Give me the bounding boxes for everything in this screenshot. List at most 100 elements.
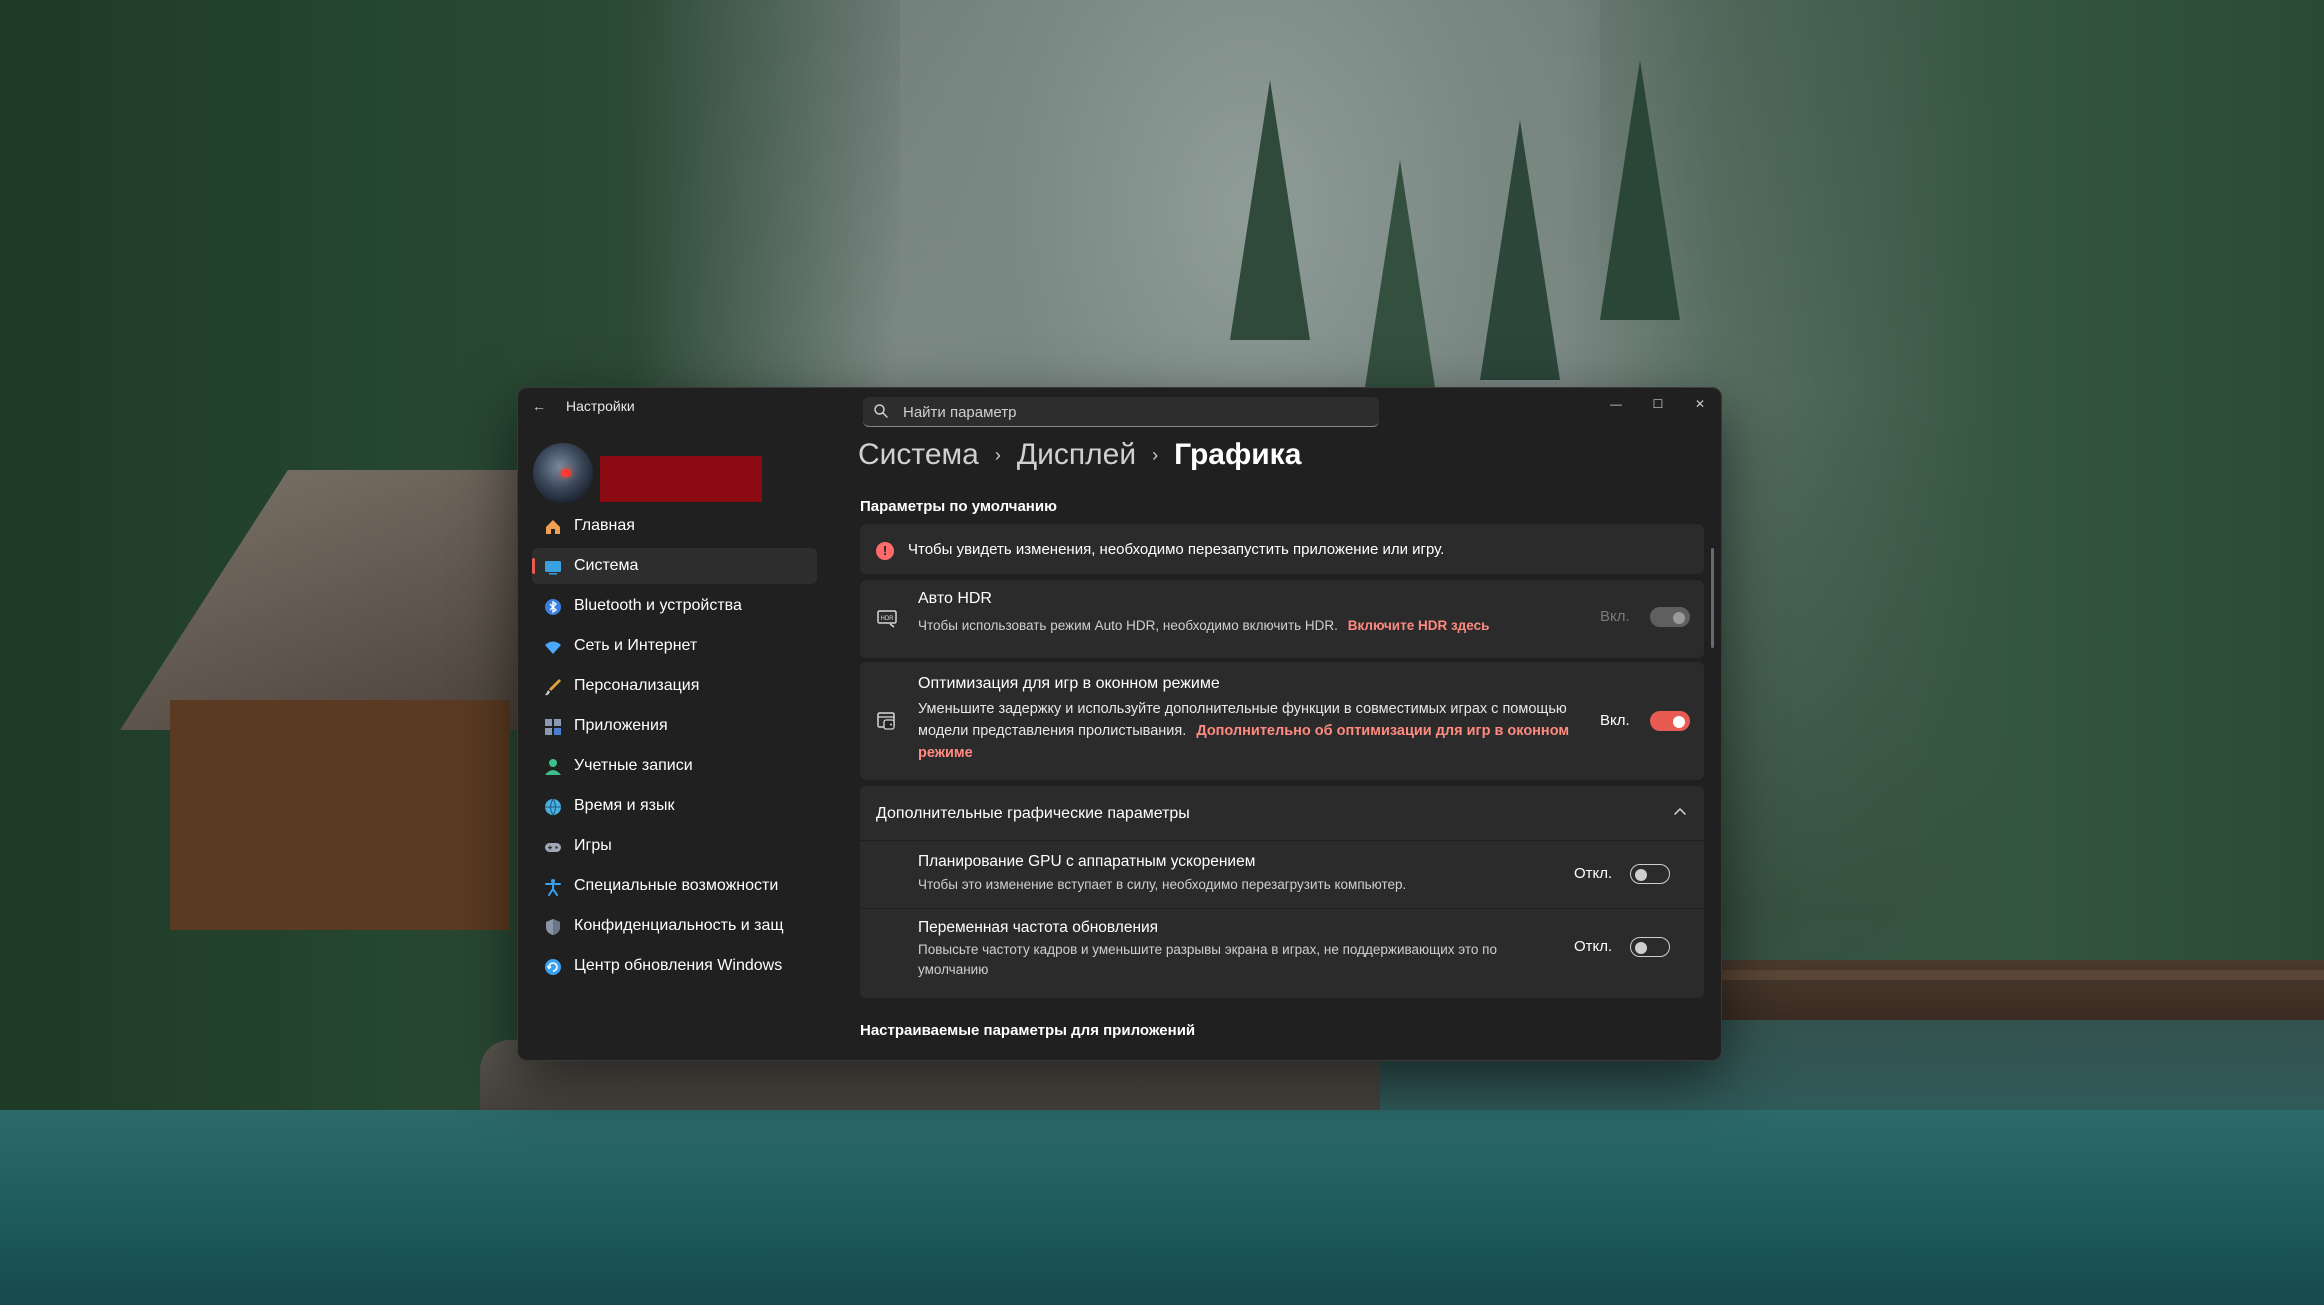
wallpaper-tree (1230, 80, 1310, 340)
minimize-button[interactable]: — (1595, 388, 1637, 420)
sidebar-item-label: Персонализация (574, 677, 700, 694)
breadcrumb-separator: › (1152, 444, 1159, 465)
toggle-knob (1635, 942, 1647, 954)
sidebar-item-label: Главная (574, 517, 635, 534)
title-bar[interactable]: ← Настройки — ☐ ✕ (518, 388, 1721, 427)
variable-refresh-rate-toggle[interactable] (1630, 937, 1670, 957)
wallpaper-tree (1600, 60, 1680, 320)
brush-icon (545, 679, 561, 696)
home-icon (546, 520, 560, 534)
setting-title: Переменная частота обновления (918, 919, 1159, 936)
sidebar-item-network[interactable]: Сеть и Интернет (532, 628, 817, 664)
gpu-scheduling-toggle[interactable] (1630, 864, 1670, 884)
toggle-state-label: Вкл. (1600, 712, 1630, 729)
sidebar: Главная Система Bluetooth и устройства С… (518, 428, 818, 1060)
sidebar-item-label: Конфиденциальность и защ (574, 917, 784, 934)
gamepad-icon (545, 843, 561, 852)
chevron-up-icon (1674, 807, 1686, 815)
wallpaper-lake (0, 1110, 2324, 1305)
sidebar-item-label: Сеть и Интернет (574, 637, 698, 654)
sidebar-item-accessibility[interactable]: Специальные возможности (532, 868, 817, 904)
toggle-state-label: Вкл. (1600, 608, 1630, 625)
settings-window: ← Настройки — ☐ ✕ Главная (517, 387, 1722, 1061)
update-icon (545, 959, 561, 975)
section-title-defaults: Параметры по умолчанию (860, 498, 1057, 515)
system-icon (545, 561, 561, 575)
avatar-eye (561, 469, 571, 477)
user-name-redacted (600, 456, 762, 502)
breadcrumb-separator: › (994, 444, 1001, 465)
wallpaper-tree (1360, 160, 1440, 420)
toggle-state-label: Откл. (1574, 865, 1613, 882)
section-title-custom-apps: Настраиваемые параметры для приложений (860, 1022, 1196, 1039)
setting-title: Оптимизация для игр в оконном режиме (918, 675, 1220, 692)
setting-description: Повысьте частоту кадров и уменьшите разр… (918, 942, 1497, 977)
setting-title: Авто HDR (918, 590, 992, 607)
info-bar: ! Чтобы увидеть изменения, необходимо пе… (860, 524, 1704, 574)
sidebar-item-label: Игры (574, 837, 612, 854)
setting-description: Чтобы использовать режим Auto HDR, необх… (918, 615, 1489, 636)
toggle-knob (1635, 869, 1647, 881)
sidebar-item-label: Время и язык (574, 797, 675, 814)
info-icon: ! (876, 542, 894, 560)
windowed-game-icon (877, 712, 895, 730)
expander-title: Дополнительные графические параметры (876, 805, 1190, 822)
bluetooth-icon (545, 599, 561, 615)
apps-icon (545, 719, 561, 735)
auto-hdr-toggle[interactable] (1650, 607, 1690, 627)
wallpaper-tree (1480, 120, 1560, 380)
sidebar-item-label: Приложения (574, 717, 668, 734)
shield-icon (546, 919, 560, 935)
enable-hdr-link[interactable]: Включите HDR здесь (1348, 618, 1490, 633)
sidebar-item-gaming[interactable]: Игры (532, 828, 817, 864)
advanced-graphics-expander: Дополнительные графические параметры Пла… (860, 786, 1704, 998)
sidebar-item-label: Система (574, 557, 639, 574)
breadcrumb-item-system[interactable]: Система (858, 438, 979, 472)
setting-auto-hdr: HDR Авто HDR Чтобы использовать режим Au… (860, 580, 1704, 658)
sidebar-item-bluetooth[interactable]: Bluetooth и устройства (532, 588, 817, 624)
setting-gpu-scheduling: Планирование GPU с аппаратным ускорением… (860, 841, 1704, 908)
sidebar-item-personalization[interactable]: Персонализация (532, 668, 817, 704)
globe-icon (545, 798, 561, 816)
avatar[interactable] (533, 443, 593, 503)
close-button[interactable]: ✕ (1679, 388, 1721, 420)
setting-description: Уменьшите задержку и используйте дополни… (918, 698, 1598, 764)
windowed-optimization-toggle[interactable] (1650, 711, 1690, 731)
sidebar-item-label: Учетные записи (574, 757, 693, 774)
accessibility-icon (545, 879, 561, 896)
wifi-icon (545, 641, 561, 654)
window-controls: — ☐ ✕ (1595, 388, 1721, 420)
scrollbar[interactable] (1711, 548, 1714, 648)
setting-title: Планирование GPU с аппаратным ускорением (918, 853, 1256, 870)
sidebar-item-label: Центр обновления Windows (574, 957, 783, 974)
account-icon (545, 759, 561, 775)
svg-text:HDR: HDR (881, 616, 895, 622)
breadcrumb: Система › Дисплей › Графика (858, 438, 1301, 472)
page-title: Графика (1174, 438, 1302, 471)
wallpaper-cabin-wall (170, 700, 510, 930)
setting-variable-refresh-rate: Переменная частота обновления Повысьте ч… (860, 909, 1704, 998)
sidebar-item-time-language[interactable]: Время и язык (532, 788, 817, 824)
sidebar-item-accounts[interactable]: Учетные записи (532, 748, 817, 784)
back-button[interactable]: ← (528, 397, 550, 415)
sidebar-item-home[interactable]: Главная (532, 508, 817, 544)
info-text: Чтобы увидеть изменения, необходимо пере… (908, 541, 1445, 558)
sidebar-item-label: Специальные возможности (574, 877, 779, 894)
main-content: Система › Дисплей › Графика Параметры по… (838, 428, 1718, 1060)
sidebar-item-label: Bluetooth и устройства (574, 597, 742, 614)
sidebar-item-system[interactable]: Система (532, 548, 817, 584)
breadcrumb-item-display[interactable]: Дисплей (1017, 438, 1136, 472)
toggle-state-label: Откл. (1574, 938, 1613, 955)
advanced-expander-header[interactable]: Дополнительные графические параметры (860, 786, 1704, 840)
setting-windowed-optimization: Оптимизация для игр в оконном режиме Уме… (860, 662, 1704, 780)
sidebar-nav: Главная Система Bluetooth и устройства С… (532, 508, 817, 988)
wallpaper-dock (1720, 960, 2324, 1020)
sidebar-item-apps[interactable]: Приложения (532, 708, 817, 744)
search-icon (874, 404, 888, 418)
sidebar-item-privacy[interactable]: Конфиденциальность и защ (532, 908, 817, 944)
search-input[interactable] (901, 397, 1365, 427)
sidebar-item-windows-update[interactable]: Центр обновления Windows (532, 948, 817, 984)
maximize-button[interactable]: ☐ (1637, 388, 1679, 420)
search-box[interactable] (863, 397, 1379, 427)
toggle-knob (1673, 612, 1685, 624)
